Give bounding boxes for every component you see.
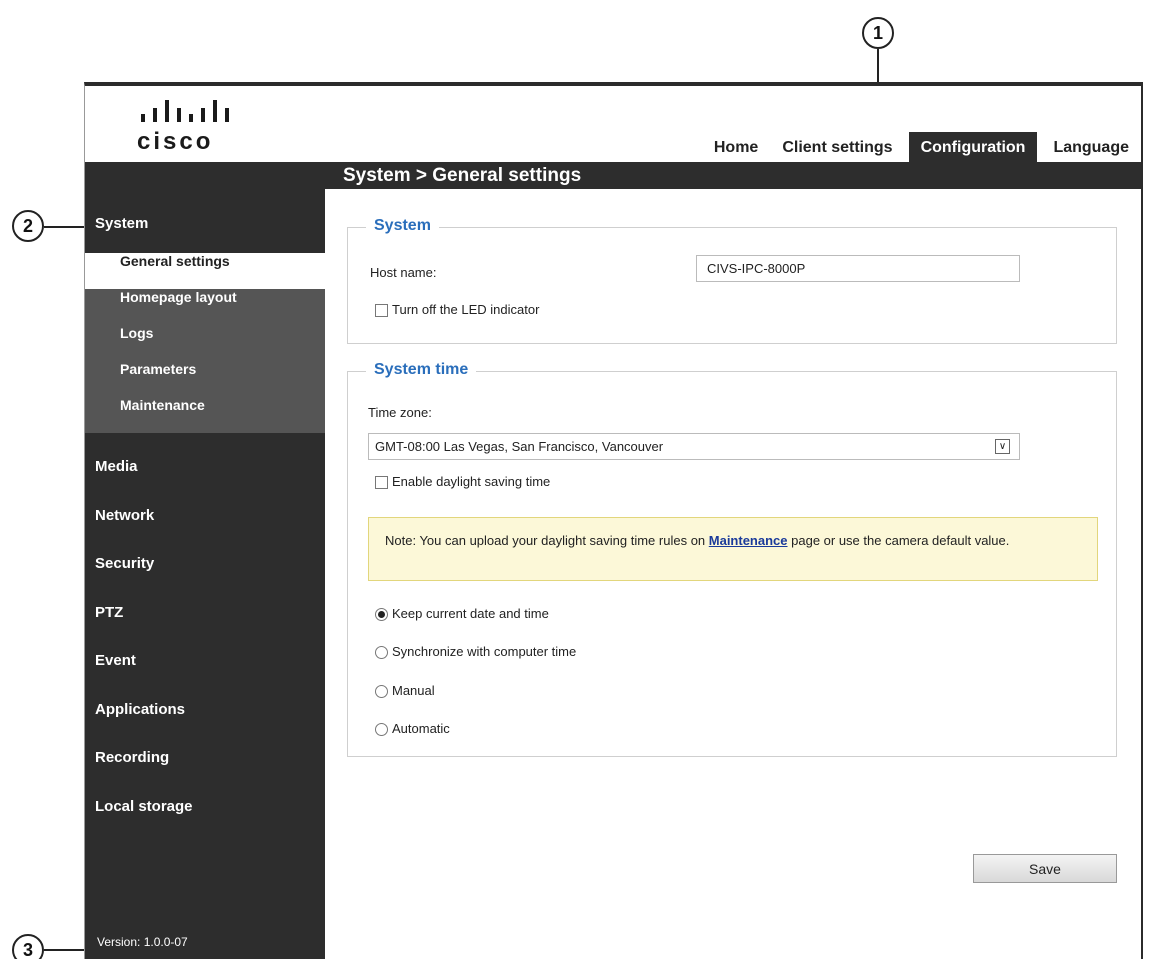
page-title: System > General settings	[343, 165, 582, 186]
led-label: Turn off the LED indicator	[392, 302, 540, 317]
browser-frame: cisco Home Client settings Configuration…	[84, 82, 1143, 959]
title-bar: System > General settings	[85, 162, 1141, 189]
callout-2: 2	[12, 210, 44, 242]
tab-configuration[interactable]: Configuration	[908, 132, 1038, 162]
system-time-fieldset: System time Time zone: GMT-08:00 Las Veg…	[347, 361, 1117, 757]
host-name-label: Host name:	[370, 265, 437, 280]
sidebar-item-logs[interactable]: Logs	[85, 325, 325, 361]
sidebar-item-network[interactable]: Network	[85, 492, 325, 541]
header: cisco Home Client settings Configuration…	[85, 86, 1141, 162]
tab-home[interactable]: Home	[702, 132, 770, 162]
sidebar-item-general-settings[interactable]: General settings	[85, 253, 325, 289]
radio-keep-current[interactable]	[375, 608, 388, 621]
sidebar-item-event[interactable]: Event	[85, 637, 325, 686]
callout-3: 3	[12, 934, 44, 959]
time-zone-label: Time zone:	[368, 405, 432, 420]
system-legend: System	[366, 217, 439, 235]
sidebar: System General settings Homepage layout …	[85, 189, 325, 959]
sidebar-item-media[interactable]: Media	[85, 443, 325, 492]
radio-automatic[interactable]	[375, 723, 388, 736]
sidebar-item-system[interactable]: System	[85, 215, 148, 232]
main-content: System Host name: CIVS-IPC-8000P Turn of…	[347, 217, 1117, 883]
sidebar-item-maintenance[interactable]: Maintenance	[85, 397, 325, 433]
callout-1: 1	[862, 17, 894, 49]
system-time-legend: System time	[366, 361, 477, 379]
tab-language[interactable]: Language	[1041, 132, 1141, 162]
radio-sync-computer[interactable]	[375, 646, 388, 659]
time-zone-value: GMT-08:00 Las Vegas, San Francisco, Vanc…	[375, 439, 664, 454]
chevron-down-icon[interactable]: ∨	[995, 439, 1010, 454]
save-button[interactable]: Save	[973, 854, 1117, 883]
radio-manual-label: Manual	[392, 683, 435, 698]
tab-client-settings[interactable]: Client settings	[770, 132, 904, 162]
system-submenu: General settings Homepage layout Logs Pa…	[85, 253, 325, 433]
cisco-wordmark: cisco	[137, 128, 214, 155]
sidebar-item-ptz[interactable]: PTZ	[85, 589, 325, 638]
sidebar-sections: Media Network Security PTZ Event Applica…	[85, 443, 325, 831]
note-prefix: Note: You can upload your daylight savin…	[385, 533, 709, 548]
radio-sync-computer-label: Synchronize with computer time	[392, 644, 577, 659]
note-suffix: page or use the camera default value.	[787, 533, 1010, 548]
callout-3-line	[44, 949, 84, 951]
maintenance-link[interactable]: Maintenance	[709, 533, 788, 548]
radio-manual[interactable]	[375, 685, 388, 698]
time-zone-select[interactable]: GMT-08:00 Las Vegas, San Francisco, Vanc…	[368, 433, 1020, 460]
led-checkbox[interactable]	[375, 304, 388, 317]
sidebar-item-homepage-layout[interactable]: Homepage layout	[85, 289, 325, 325]
dst-checkbox[interactable]	[375, 476, 388, 489]
host-name-input[interactable]: CIVS-IPC-8000P	[696, 255, 1020, 282]
radio-keep-current-label: Keep current date and time	[392, 606, 549, 621]
sidebar-item-applications[interactable]: Applications	[85, 686, 325, 735]
sidebar-item-local-storage[interactable]: Local storage	[85, 783, 325, 832]
sidebar-item-parameters[interactable]: Parameters	[85, 361, 325, 397]
dst-note: Note: You can upload your daylight savin…	[368, 517, 1098, 581]
sidebar-item-recording[interactable]: Recording	[85, 734, 325, 783]
dst-label: Enable daylight saving time	[392, 474, 551, 489]
top-navigation: Home Client settings Configuration Langu…	[702, 132, 1141, 162]
cisco-logo: cisco	[137, 100, 237, 155]
radio-automatic-label: Automatic	[392, 721, 450, 736]
callout-2-line	[44, 226, 84, 228]
sidebar-item-security[interactable]: Security	[85, 540, 325, 589]
version-label: Version: 1.0.0-07	[97, 935, 188, 949]
system-fieldset: System Host name: CIVS-IPC-8000P Turn of…	[347, 217, 1117, 344]
cisco-bars-icon	[141, 100, 229, 122]
